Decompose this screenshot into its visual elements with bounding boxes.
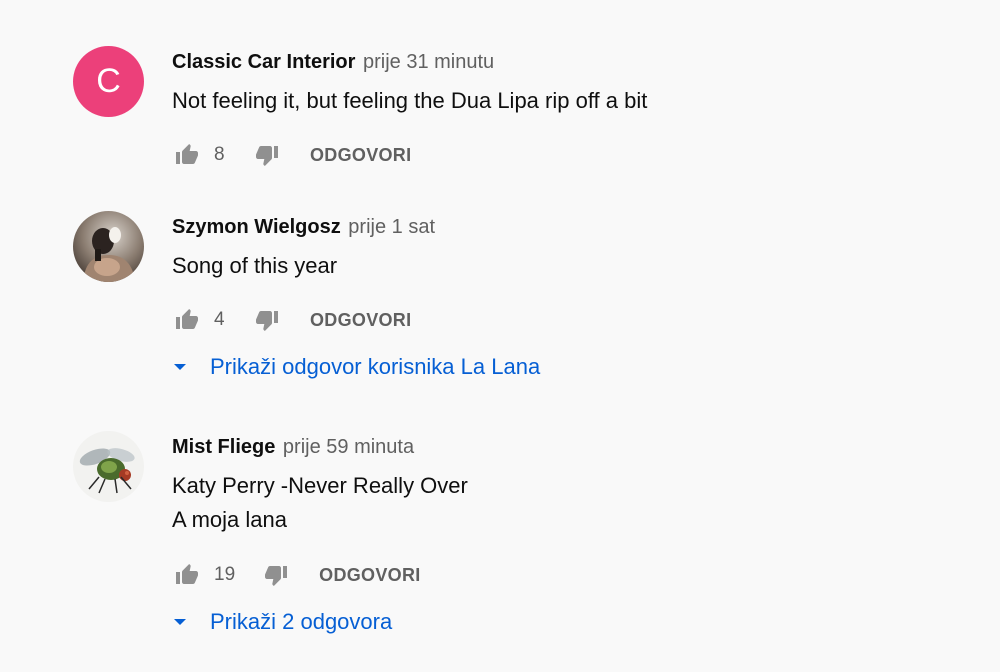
comment-actions: 19 ODGOVORI (172, 560, 421, 590)
avatar[interactable] (73, 211, 144, 282)
thumb-down-icon (256, 311, 278, 331)
comment-timestamp[interactable]: prije 59 minuta (283, 436, 414, 458)
reply-button[interactable]: ODGOVORI (310, 145, 411, 166)
comment-text-line: Song of this year (172, 253, 338, 278)
comment-author[interactable]: Szymon Wielgosz (172, 216, 341, 238)
comment-timestamp[interactable]: prije 1 sat (348, 216, 435, 238)
dislike-button[interactable] (261, 560, 291, 590)
thumb-up-icon (176, 144, 198, 164)
like-count: 4 (214, 309, 225, 330)
reply-button[interactable]: ODGOVORI (310, 310, 411, 331)
comment-text-line: Katy Perry -Never Really Over (172, 473, 468, 498)
avatar-letter: C (96, 62, 121, 100)
comment-author[interactable]: Classic Car Interior (172, 51, 355, 73)
comment-text-line: A moja lana (172, 507, 287, 532)
like-count: 8 (214, 144, 225, 165)
reply-button[interactable]: ODGOVORI (319, 565, 420, 586)
comment-header: Classic Car Interior prije 31 minutu (172, 50, 494, 74)
comment-author[interactable]: Mist Fliege (172, 436, 275, 458)
caret-down-icon (174, 619, 186, 625)
like-button[interactable] (172, 560, 202, 590)
avatar[interactable] (73, 431, 144, 502)
thumb-down-icon (265, 566, 288, 586)
comment-text: Katy Perry -Never Really Over A moja lan… (172, 469, 468, 537)
thumb-up-icon (176, 309, 198, 329)
comment-actions: 8 ODGOVORI (172, 140, 411, 170)
like-button[interactable] (172, 140, 202, 170)
like-count: 19 (214, 564, 236, 585)
thumb-up-icon (176, 564, 198, 584)
view-replies-button[interactable]: Prikaži odgovor korisnika La Lana (172, 354, 540, 380)
dislike-button[interactable] (252, 140, 282, 170)
comment-text: Not feeling it, but feeling the Dua Lipa… (172, 84, 647, 118)
comment-header: Mist Fliege prije 59 minuta (172, 435, 414, 459)
comment-header: Szymon Wielgosz prije 1 sat (172, 215, 435, 239)
fly-photo-icon (73, 431, 144, 502)
comment-timestamp[interactable]: prije 31 minutu (363, 51, 494, 73)
comment-text-line: Not feeling it, but feeling the Dua Lipa… (172, 88, 648, 113)
view-replies-button[interactable]: Prikaži 2 odgovora (172, 609, 392, 635)
view-replies-label: Prikaži 2 odgovora (210, 609, 393, 634)
caret-down-icon (174, 364, 186, 370)
comment-actions: 4 ODGOVORI (172, 305, 411, 335)
comments-section: C Classic Car Interior prije 31 minutu N… (0, 0, 1000, 672)
comment-text: Song of this year (172, 249, 337, 283)
person-photo-icon (73, 211, 144, 282)
dislike-button[interactable] (252, 305, 282, 335)
avatar[interactable]: C (73, 46, 144, 117)
like-button[interactable] (172, 305, 202, 335)
view-replies-label: Prikaži odgovor korisnika La Lana (210, 354, 541, 379)
thumb-down-icon (256, 146, 278, 166)
